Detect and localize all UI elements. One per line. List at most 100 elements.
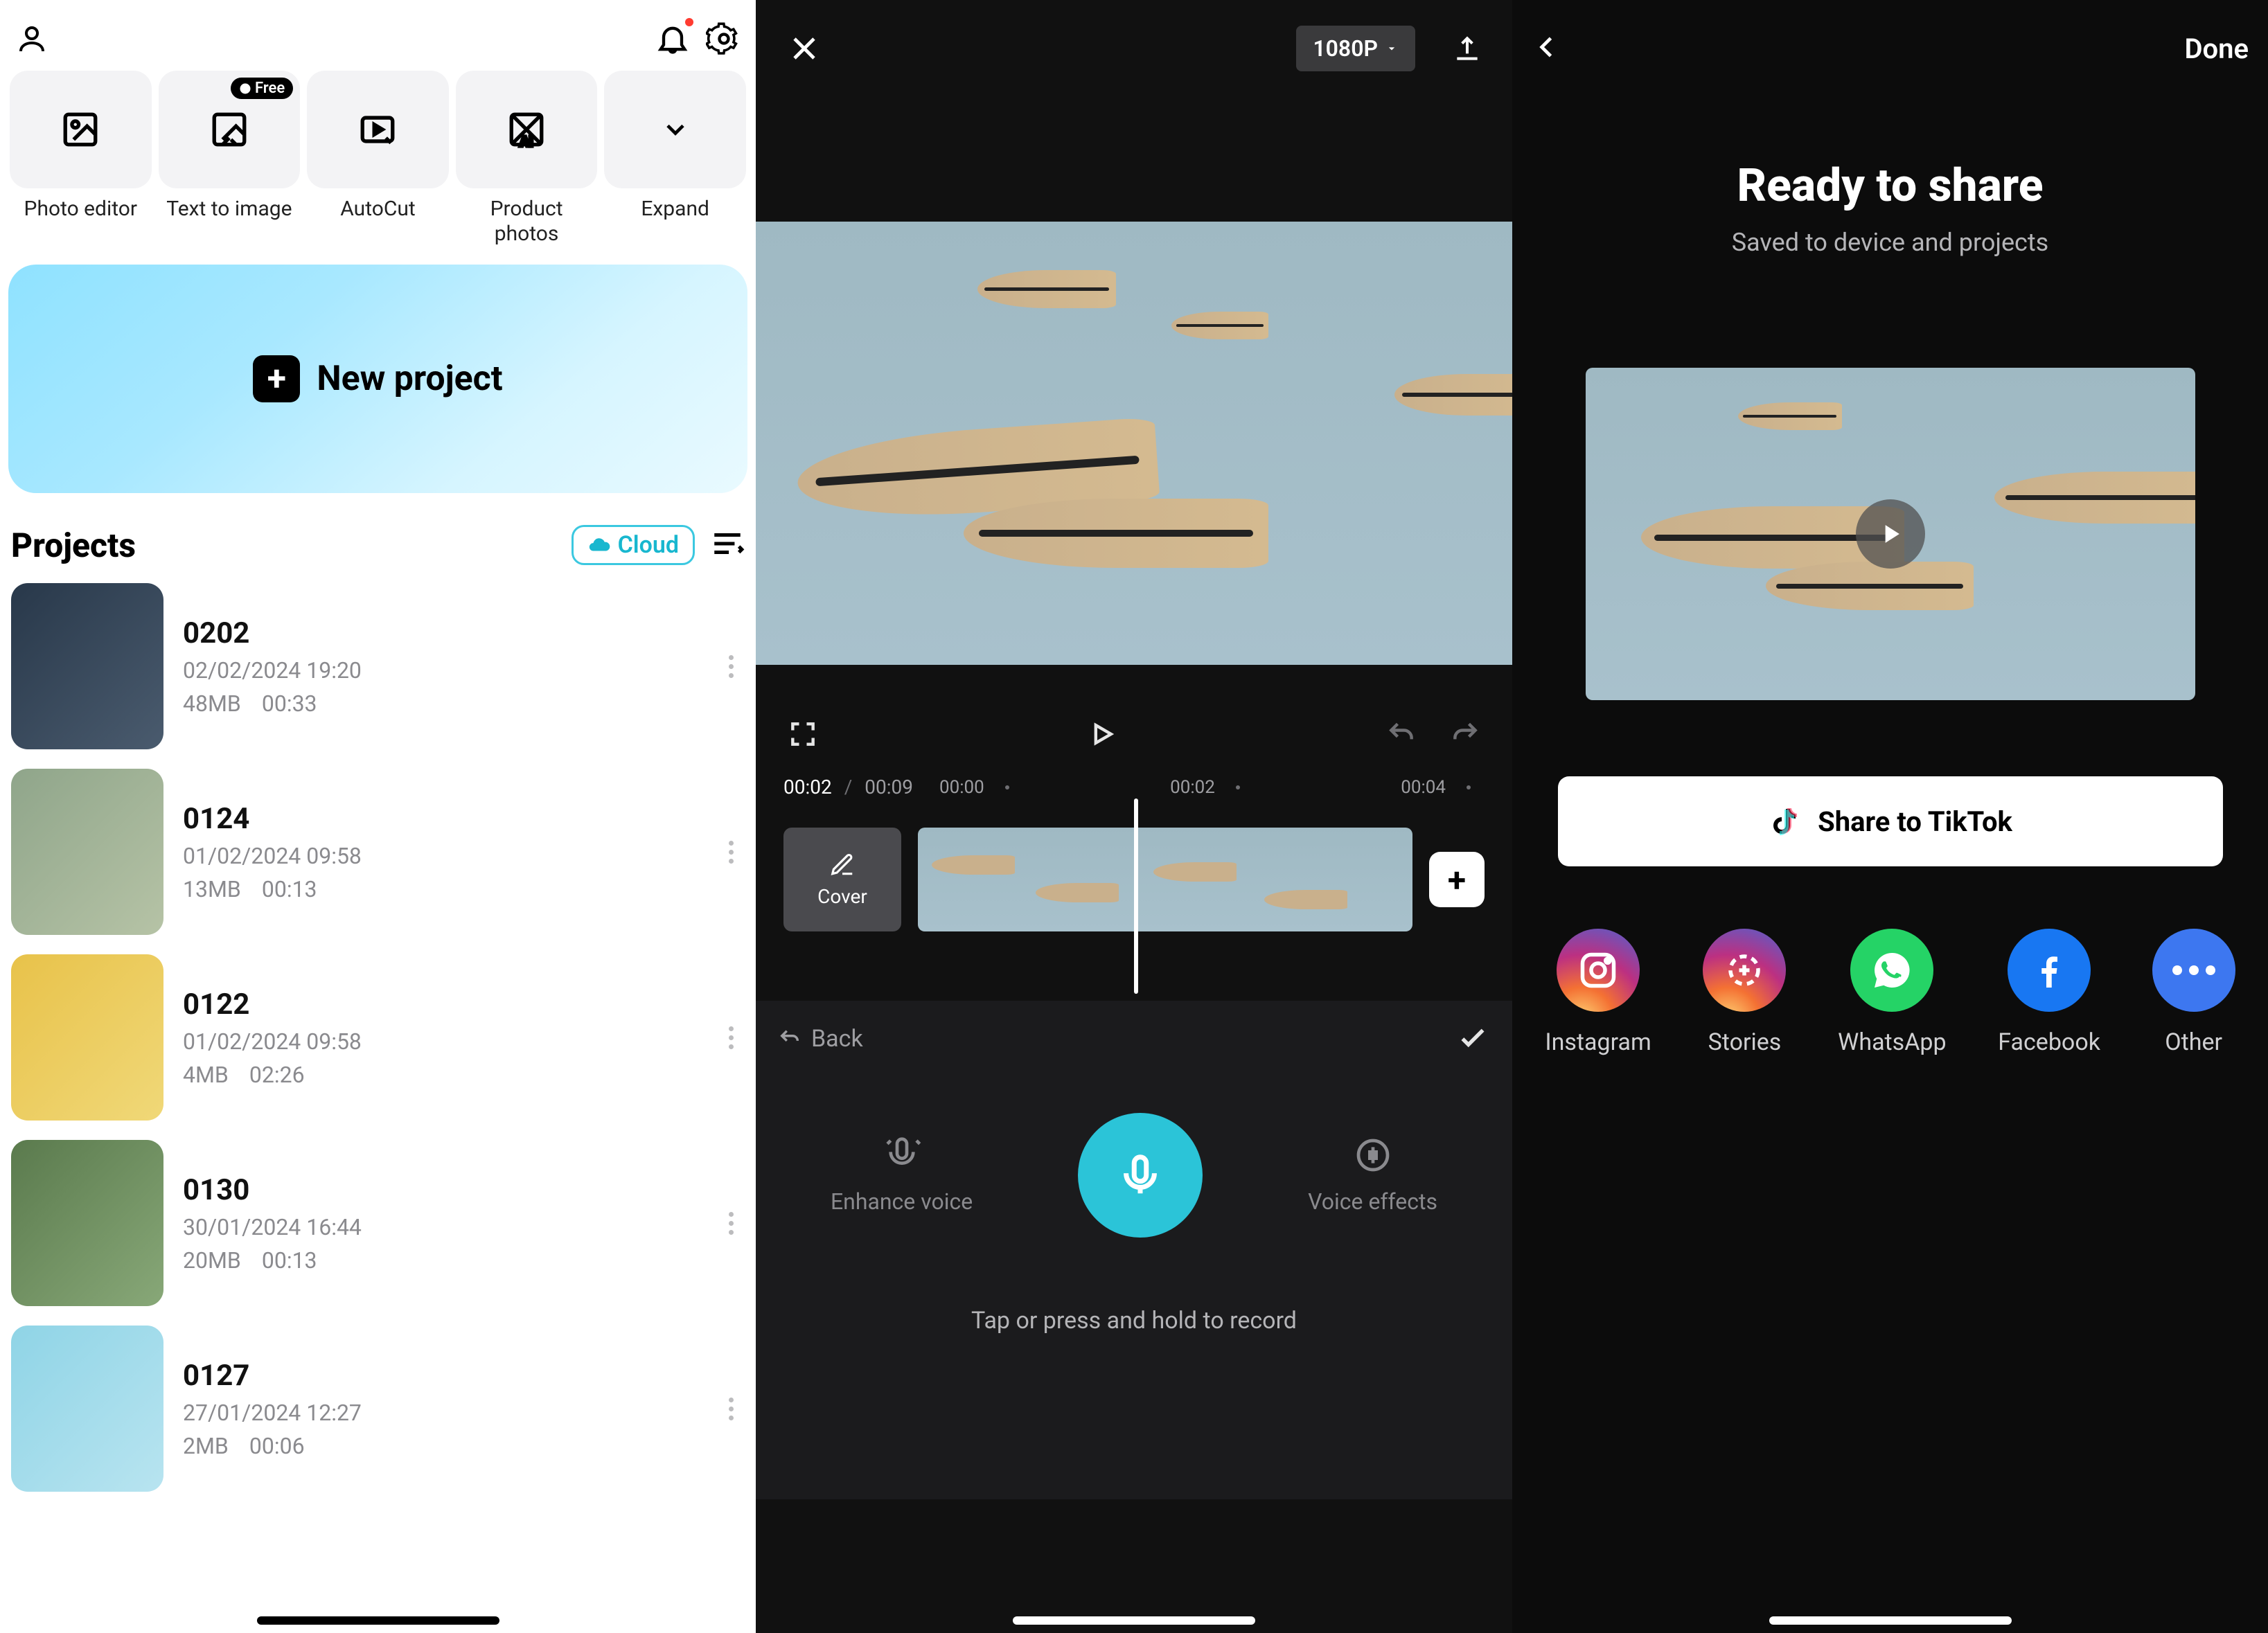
whatsapp-icon	[1850, 929, 1933, 1012]
project-duration: 00:06	[249, 1433, 305, 1459]
cloud-button[interactable]: Cloud	[572, 525, 695, 565]
project-menu-button[interactable]	[717, 1388, 745, 1429]
close-button[interactable]	[783, 28, 825, 69]
projects-header: Projects Cloud	[8, 525, 747, 565]
resolution-dropdown[interactable]: 1080P	[1296, 26, 1415, 71]
project-date: 01/02/2024 09:58	[183, 843, 698, 869]
enhance-voice-label: Enhance voice	[831, 1188, 973, 1215]
add-clip-button[interactable]: +	[1429, 852, 1485, 907]
share-panel: Done Ready to share Saved to device and …	[1512, 0, 2268, 1633]
new-project-button[interactable]: + New project	[8, 265, 747, 493]
tool-photo-editor[interactable]: Photo editor	[10, 71, 152, 247]
play-icon[interactable]	[1856, 499, 1925, 569]
share-instagram-button[interactable]: Instagram	[1545, 929, 1651, 1056]
project-menu-button[interactable]	[717, 1202, 745, 1244]
project-name: 0127	[183, 1359, 698, 1393]
tool-label: AutoCut	[340, 197, 415, 222]
tiktok-icon	[1768, 805, 1801, 838]
tool-product-photos[interactable]: AI Product photos	[456, 71, 598, 247]
project-row[interactable]: 0124 01/02/2024 09:58 13MB00:13	[8, 759, 747, 945]
more-icon	[2152, 929, 2235, 1012]
share-tiktok-label: Share to TikTok	[1818, 805, 2012, 838]
plus-icon: +	[253, 355, 300, 402]
project-date: 02/02/2024 19:20	[183, 657, 698, 684]
project-thumbnail	[11, 769, 163, 935]
record-button[interactable]	[1078, 1113, 1203, 1238]
record-hint: Tap or press and hold to record	[778, 1307, 1490, 1335]
video-preview[interactable]	[756, 222, 1512, 665]
back-button[interactable]: Back	[778, 1025, 863, 1053]
share-facebook-button[interactable]: Facebook	[1998, 929, 2100, 1056]
projects-title: Projects	[11, 526, 136, 565]
fullscreen-button[interactable]	[783, 715, 822, 753]
tool-label: Text to image	[166, 197, 292, 222]
project-menu-button[interactable]	[717, 645, 745, 687]
enhance-voice-button[interactable]: Enhance voice	[831, 1136, 973, 1215]
home-panel: Photo editor Free Text to image AutoCut …	[0, 0, 756, 1633]
redo-button[interactable]	[1446, 715, 1485, 753]
project-size: 4MB	[183, 1062, 229, 1088]
project-row[interactable]: 0130 30/01/2024 16:44 20MB00:13	[8, 1130, 747, 1316]
project-duration: 00:33	[262, 690, 317, 717]
voiceover-panel: Back Enhance voice Voice effects Tap or …	[756, 1001, 1512, 1499]
tool-label: Expand	[641, 197, 709, 222]
editor-panel: 1080P 00:02 / 00:09 00:00 00:02	[756, 0, 1512, 1633]
project-date: 01/02/2024 09:58	[183, 1028, 698, 1055]
export-button[interactable]	[1450, 31, 1485, 66]
home-indicator	[1769, 1616, 2012, 1625]
project-menu-button[interactable]	[717, 831, 745, 873]
playhead[interactable]	[1134, 798, 1138, 994]
project-size: 48MB	[183, 690, 241, 717]
share-topbar: Done	[1512, 0, 2268, 97]
time-total: 00:09	[865, 776, 913, 798]
tool-expand[interactable]: Expand	[604, 71, 746, 247]
tool-text-to-image[interactable]: Free Text to image	[159, 71, 301, 247]
clip-strip[interactable]	[918, 828, 1412, 931]
project-size: 2MB	[183, 1433, 229, 1459]
instagram-icon	[1557, 929, 1640, 1012]
time-current: 00:02	[783, 776, 832, 798]
project-row[interactable]: 0202 02/02/2024 19:20 48MB00:33	[8, 573, 747, 759]
share-target-label: Other	[2165, 1028, 2222, 1056]
cover-button[interactable]: Cover	[783, 828, 901, 931]
project-row[interactable]: 0122 01/02/2024 09:58 4MB 02:26	[8, 945, 747, 1130]
project-menu-button[interactable]	[717, 1017, 745, 1058]
stories-icon	[1703, 929, 1786, 1012]
tick-label: 00:04	[1401, 777, 1446, 798]
project-name: 0122	[183, 988, 698, 1021]
project-thumbnail	[11, 583, 163, 749]
share-whatsapp-button[interactable]: WhatsApp	[1838, 929, 1946, 1056]
back-button[interactable]	[1532, 32, 1562, 65]
tool-label: Product photos	[456, 197, 598, 247]
new-project-label: New project	[317, 359, 502, 399]
projects-list: 0202 02/02/2024 19:20 48MB00:33 0124 01/…	[8, 573, 747, 1501]
share-preview[interactable]	[1586, 368, 2195, 700]
share-title: Ready to share	[1512, 159, 2268, 213]
play-button[interactable]	[1083, 715, 1122, 753]
timeline[interactable]: Cover +	[756, 821, 1512, 938]
home-topbar	[8, 14, 747, 71]
tick-label: 00:02	[1170, 777, 1215, 798]
facebook-icon	[2008, 929, 2091, 1012]
confirm-button[interactable]	[1455, 1020, 1490, 1058]
editor-topbar: 1080P	[756, 0, 1512, 97]
project-thumbnail	[11, 1326, 163, 1492]
share-stories-button[interactable]: Stories	[1703, 929, 1786, 1056]
undo-button[interactable]	[1382, 715, 1421, 753]
done-button[interactable]: Done	[2184, 33, 2249, 65]
profile-icon[interactable]	[12, 19, 51, 58]
project-date: 27/01/2024 12:27	[183, 1400, 698, 1426]
project-duration: 02:26	[249, 1062, 305, 1088]
tool-row: Photo editor Free Text to image AutoCut …	[8, 71, 747, 247]
share-other-button[interactable]: Other	[2152, 929, 2235, 1056]
settings-button[interactable]	[705, 19, 743, 58]
voice-effects-button[interactable]: Voice effects	[1308, 1136, 1437, 1215]
notifications-button[interactable]	[653, 19, 692, 58]
cover-label: Cover	[817, 885, 867, 908]
share-target-label: WhatsApp	[1838, 1028, 1946, 1056]
sort-button[interactable]	[710, 526, 745, 564]
tool-autocut[interactable]: AutoCut	[307, 71, 449, 247]
share-tiktok-button[interactable]: Share to TikTok	[1558, 776, 2223, 866]
timecode-row: 00:02 / 00:09 00:00 00:02 00:04	[756, 776, 1512, 798]
project-row[interactable]: 0127 27/01/2024 12:27 2MB 00:06	[8, 1316, 747, 1501]
